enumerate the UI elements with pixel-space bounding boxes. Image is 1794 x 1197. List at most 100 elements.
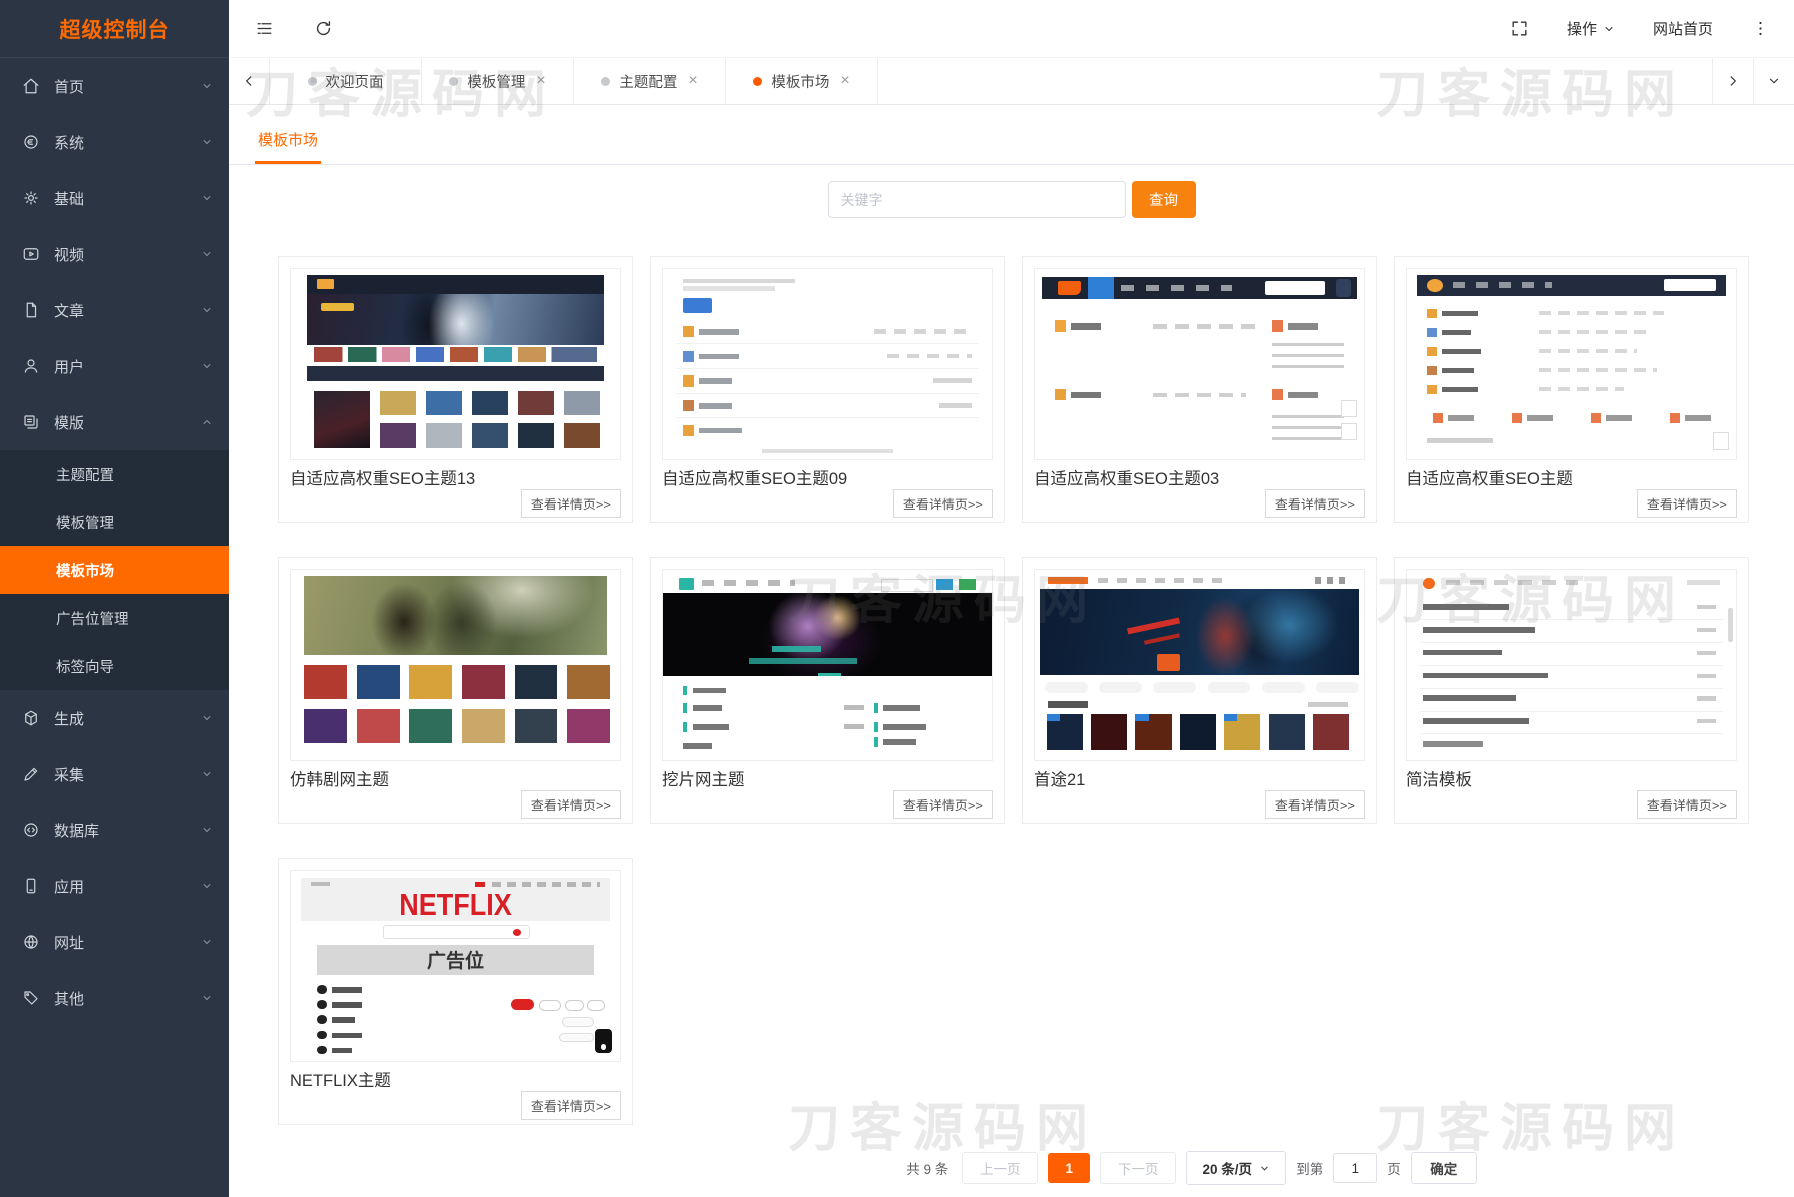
search-button[interactable]: 查询 [1132, 181, 1196, 218]
submenu-ad-manage[interactable]: 广告位管理 [0, 594, 229, 642]
sidebar-item-other[interactable]: 其他 [0, 970, 229, 1026]
template-title: 简洁模板 [1406, 770, 1737, 790]
sidebar-item-user[interactable]: 用户 [0, 338, 229, 394]
chevron-down-icon [201, 192, 213, 204]
chevron-down-icon [201, 80, 213, 92]
chevron-down-icon [201, 304, 213, 316]
template-title: 自适应高权重SEO主题03 [1034, 469, 1365, 489]
sidebar-item-database[interactable]: 数据库 [0, 802, 229, 858]
view-detail-button[interactable]: 查看详情页>> [893, 489, 993, 518]
thumb-seo03 [1034, 268, 1365, 460]
current-page-button[interactable]: 1 [1048, 1153, 1090, 1183]
tab-dot [308, 77, 317, 86]
confirm-button[interactable]: 确定 [1411, 1152, 1477, 1184]
tab-dot [601, 77, 610, 86]
template-title: 自适应高权重SEO主题 [1406, 469, 1737, 489]
thumb-kdrama [290, 569, 621, 761]
chevron-down-icon [201, 136, 213, 148]
view-detail-button[interactable]: 查看详情页>> [521, 489, 621, 518]
search-input[interactable] [828, 181, 1126, 218]
globe-icon [22, 933, 40, 951]
sidebar: 超级控制台 首页 系统 基础 视频 文章 用户 模版 主题配置 模板管理 模板市… [0, 0, 229, 1197]
thumb-shoutu21 [1034, 569, 1365, 761]
tag-icon [22, 989, 40, 1007]
sidebar-item-template[interactable]: 模版 [0, 394, 229, 450]
tabs-scroll-right[interactable] [1712, 58, 1753, 104]
submenu-theme-config[interactable]: 主题配置 [0, 450, 229, 498]
template-card: 自适应高权重SEO主题09 查看详情页>> [650, 256, 1005, 523]
pagination: 共 9 条 上一页 1 下一页 20 条/页 到第 页 确定 [409, 1151, 1794, 1185]
fullscreen-icon[interactable] [1510, 19, 1529, 38]
netflix-logo-text: NETFLIX [291, 888, 620, 923]
view-detail-button[interactable]: 查看详情页>> [521, 1091, 621, 1120]
tabs-scroll-left[interactable] [229, 58, 270, 104]
chevron-down-icon [201, 712, 213, 724]
view-detail-button[interactable]: 查看详情页>> [1265, 489, 1365, 518]
submenu-tag-wizard[interactable]: 标签向导 [0, 642, 229, 690]
template-title: 自适应高权重SEO主题09 [662, 469, 993, 489]
tab-theme-config[interactable]: 主题配置 × [574, 58, 726, 104]
next-page-button[interactable]: 下一页 [1100, 1152, 1176, 1184]
system-icon [22, 133, 40, 151]
template-card: 首途21 查看详情页>> [1022, 557, 1377, 824]
tabs-menu-toggle[interactable] [1753, 58, 1794, 104]
app-logo: 超级控制台 [0, 0, 229, 58]
home-icon [22, 77, 40, 95]
close-tab-icon[interactable]: × [536, 73, 545, 89]
action-dropdown[interactable]: 操作 [1567, 18, 1615, 39]
refresh-icon[interactable] [314, 19, 333, 38]
tab-template-manage[interactable]: 模板管理 × [422, 58, 574, 104]
chevron-right-icon [1726, 74, 1740, 88]
sidebar-item-article[interactable]: 文章 [0, 282, 229, 338]
site-home-link[interactable]: 网站首页 [1653, 18, 1713, 39]
close-tab-icon[interactable]: × [688, 73, 697, 89]
more-vertical-icon[interactable] [1751, 19, 1770, 38]
chevron-down-icon [201, 880, 213, 892]
close-tab-icon[interactable]: × [840, 73, 849, 89]
chevron-down-icon [201, 248, 213, 260]
tab-template-market[interactable]: 模板市场 × [726, 58, 878, 104]
thumb-seo13 [290, 268, 621, 460]
view-detail-button[interactable]: 查看详情页>> [521, 790, 621, 819]
top-header: 操作 网站首页 [229, 0, 1794, 57]
tab-welcome[interactable]: 欢迎页面 [270, 58, 422, 104]
sidebar-item-url[interactable]: 网址 [0, 914, 229, 970]
gear-icon [22, 189, 40, 207]
sidebar-item-app[interactable]: 应用 [0, 858, 229, 914]
thumb-seo [1406, 268, 1737, 460]
template-card: NETFLIX 广告位 NETFLIX主题 查看详情页>> [278, 858, 633, 1125]
open-tabs-bar: 欢迎页面 模板管理 × 主题配置 × 模板市场 × [229, 57, 1794, 105]
submenu-template-manage[interactable]: 模板管理 [0, 498, 229, 546]
tab-dot [753, 77, 762, 86]
sidebar-item-home[interactable]: 首页 [0, 58, 229, 114]
view-detail-button[interactable]: 查看详情页>> [1265, 790, 1365, 819]
chevron-down-icon [201, 360, 213, 372]
prev-page-button[interactable]: 上一页 [962, 1152, 1038, 1184]
template-title: NETFLIX主题 [290, 1071, 621, 1091]
sidebar-item-collect[interactable]: 采集 [0, 746, 229, 802]
view-detail-button[interactable]: 查看详情页>> [1637, 489, 1737, 518]
page-tab-template-market[interactable]: 模板市场 [255, 119, 321, 164]
goto-page-input[interactable] [1333, 1153, 1377, 1183]
ad-slot-label: 广告位 [317, 945, 593, 974]
sidebar-item-system[interactable]: 系统 [0, 114, 229, 170]
goto-suffix-label: 页 [1387, 1158, 1401, 1178]
thumb-seo09 [662, 268, 993, 460]
phone-icon [595, 1029, 611, 1054]
sidebar-item-generate[interactable]: 生成 [0, 690, 229, 746]
chevron-down-icon [201, 768, 213, 780]
template-card: 仿韩剧网主题 查看详情页>> [278, 557, 633, 824]
chevron-left-icon [242, 74, 256, 88]
chevron-down-icon [201, 992, 213, 1004]
view-detail-button[interactable]: 查看详情页>> [893, 790, 993, 819]
sidebar-item-video[interactable]: 视频 [0, 226, 229, 282]
view-detail-button[interactable]: 查看详情页>> [1637, 790, 1737, 819]
template-title: 自适应高权重SEO主题13 [290, 469, 621, 489]
template-card: 自适应高权重SEO主题 查看详情页>> [1394, 256, 1749, 523]
sidebar-item-basic[interactable]: 基础 [0, 170, 229, 226]
page-size-select[interactable]: 20 条/页 [1186, 1151, 1286, 1185]
collapse-sidebar-icon[interactable] [255, 19, 274, 38]
chevron-up-icon [201, 416, 213, 428]
submenu-template-market[interactable]: 模板市场 [0, 546, 229, 594]
cube-icon [22, 709, 40, 727]
